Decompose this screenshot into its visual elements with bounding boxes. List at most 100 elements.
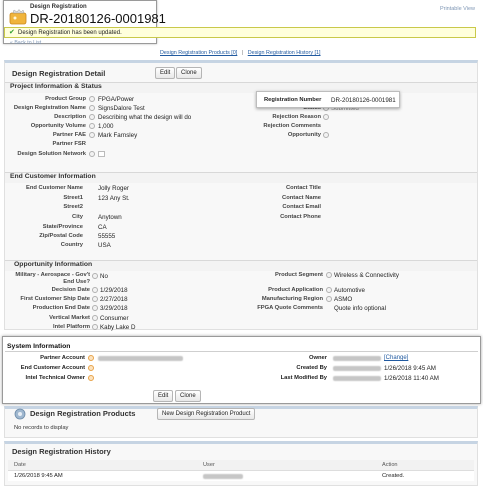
field-label-fpga-quote-comments: FPGA Quote Comments (257, 305, 323, 311)
owner-value (333, 356, 381, 361)
edit-button[interactable]: Edit (155, 67, 176, 79)
field-label-contact-email: Contact Email (282, 204, 321, 210)
object-label: Design Registration (30, 4, 87, 10)
page-title: DR-20180126-0001981 (30, 11, 166, 26)
clone-button[interactable]: Clone (176, 67, 202, 79)
history-row-date: 1/26/2018 9:45 AM (14, 473, 63, 479)
field-value-registration-name: SignsDalore Test (98, 105, 145, 112)
help-icon[interactable] (326, 272, 332, 278)
help-icon[interactable] (89, 105, 95, 111)
created-by-user (333, 366, 381, 371)
success-toast: ✔ Design Registration has been updated. (4, 27, 476, 38)
field-label-vertical-market: Vertical Market (49, 315, 90, 321)
field-label-contact-phone: Contact Phone (280, 214, 321, 220)
toast-message: Design Registration has been updated. (18, 29, 122, 36)
field-label-opportunity-volume: Opportunity Volume (30, 123, 86, 129)
field-value-zip: 55555 (98, 233, 116, 240)
help-icon[interactable] (88, 365, 94, 371)
field-value-military: No (100, 273, 108, 280)
field-label-street1: Street1 (63, 195, 83, 201)
field-label-product-group: Product Group (45, 96, 86, 102)
help-icon[interactable] (92, 273, 98, 279)
field-label-created-by: Created By (296, 365, 327, 371)
field-label-opportunity: Opportunity (287, 132, 321, 138)
clone-button-bottom[interactable]: Clone (175, 390, 201, 402)
field-label-production-end-date: Production End Date (32, 305, 90, 311)
help-icon[interactable] (92, 315, 98, 321)
field-value-street1: 123 Any St. (98, 195, 130, 202)
history-row-user (203, 474, 243, 479)
field-value-opportunity-volume: 1,000 (98, 123, 114, 130)
field-value-production-end-date: 3/29/2018 (100, 305, 128, 312)
registration-number-value: DR-20180126-0001981 (331, 96, 396, 104)
field-label-first-ship-date: First Customer Ship Date (20, 296, 90, 302)
field-label-contact-title: Contact Title (286, 185, 321, 191)
design-registration-icon (9, 9, 27, 25)
history-related-link[interactable]: Design Registration History [1] (248, 50, 321, 56)
help-icon[interactable] (92, 305, 98, 311)
field-value-manufacturing-region: ASMO (334, 296, 353, 303)
field-value-fpga-quote-comments: Quote info optional (334, 305, 386, 312)
field-value-partner-fae: Mark Farnsley (98, 132, 138, 139)
registration-number-label: Registration Number (264, 96, 322, 103)
field-label-design-solution-network: Design Solution Network (17, 151, 86, 157)
products-list-icon (14, 407, 26, 420)
field-label-rejection-comments: Rejection Comments (263, 123, 321, 129)
field-label-state: State/Province (42, 224, 83, 230)
field-label-last-modified-by: Last Modified By (280, 375, 327, 381)
help-icon[interactable] (89, 123, 95, 129)
field-label-manufacturing-region: Manufacturing Region (261, 296, 323, 302)
help-icon[interactable] (89, 114, 95, 120)
change-owner-link[interactable]: [Change] (384, 355, 408, 361)
help-icon[interactable] (88, 375, 94, 381)
created-by-date: 1/26/2018 9:45 AM (384, 365, 436, 372)
help-icon[interactable] (92, 287, 98, 293)
help-icon[interactable] (89, 96, 95, 102)
field-label-intel-technical-owner: Intel Technical Owner (25, 375, 86, 381)
field-value-decision-date: 1/29/2018 (100, 287, 128, 294)
field-value-city: Anytown (98, 214, 122, 221)
field-label-partner-fsr: Partner FSR (52, 141, 86, 147)
printable-view-link[interactable]: Printable View (440, 6, 475, 12)
field-label-street2: Street2 (63, 204, 83, 210)
field-label-end-customer-name: End Customer Name (25, 185, 83, 191)
field-label-country: Country (60, 242, 83, 248)
field-value-product-segment: Wireless & Connectivity (334, 272, 399, 279)
end-customer-section-heading: End Customer Information (10, 173, 96, 180)
history-header-row (8, 460, 474, 471)
design-solution-checkbox (98, 151, 105, 157)
field-label-partner-fae: Partner FAE (52, 132, 86, 138)
field-label-intel-platform: Intel Platform (52, 324, 90, 330)
products-related-link[interactable]: Design Registration Products [0] (160, 50, 237, 56)
field-label-contact-name: Contact Name (282, 195, 321, 201)
field-label-product-segment: Product Segment (275, 272, 323, 278)
help-icon[interactable] (323, 132, 329, 138)
help-icon[interactable] (326, 296, 332, 302)
field-label-description: Description (54, 114, 86, 120)
help-icon[interactable] (92, 324, 98, 330)
help-icon[interactable] (88, 355, 94, 361)
field-value-vertical-market: Consumer (100, 315, 129, 322)
help-icon[interactable] (326, 287, 332, 293)
new-product-button[interactable]: New Design Registration Product (157, 408, 256, 420)
project-section-heading: Project Information & Status (10, 83, 102, 90)
field-value-end-customer-name: Jolly Roger (98, 185, 129, 192)
field-label-zip: Zip/Postal Code (39, 233, 83, 239)
field-label-partner-account: Partner Account (40, 355, 85, 361)
history-list-title: Design Registration History (12, 447, 111, 456)
field-value-country: USA (98, 242, 111, 249)
back-to-list-link[interactable]: « Back to List (10, 40, 41, 46)
registration-number-callout: Registration Number DR-20180126-0001981 (256, 91, 400, 108)
field-label-owner: Owner (308, 355, 327, 361)
opportunity-section-heading: Opportunity Information (14, 261, 93, 268)
related-list-links: Design Registration Products [0] | Desig… (160, 50, 321, 56)
field-label-product-application: Product Application (268, 287, 323, 293)
system-heading-rule (5, 351, 478, 352)
edit-button-bottom[interactable]: Edit (153, 390, 174, 402)
help-icon[interactable] (89, 151, 95, 157)
help-icon[interactable] (323, 114, 329, 120)
history-col-user: User (203, 462, 215, 468)
help-icon[interactable] (92, 296, 98, 302)
field-label-rejection-reason: Rejection Reason (272, 114, 321, 120)
help-icon[interactable] (89, 132, 95, 138)
